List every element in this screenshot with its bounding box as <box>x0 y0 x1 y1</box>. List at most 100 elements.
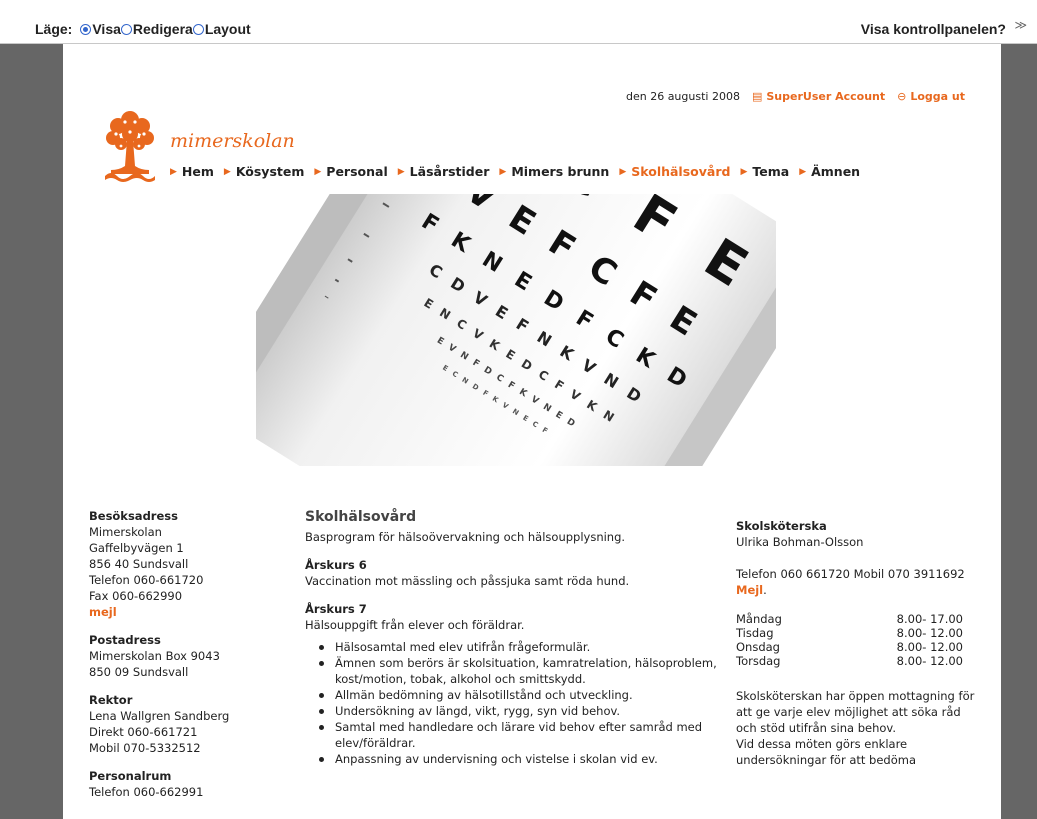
current-date: den 26 augusti 2008 <box>625 90 740 103</box>
mode-label: Läge: <box>35 21 73 37</box>
mode-redigera-label: Redigera <box>132 21 193 37</box>
nurse-info-text: Vid dessa möten görs enklare undersöknin… <box>736 737 917 767</box>
address-line: Mimerskolan Box 9043 <box>89 649 220 663</box>
school-name-logo[interactable]: mimerskolan <box>170 130 295 152</box>
nav-item-label: Läsårstider <box>409 164 490 179</box>
page-content: den 26 augusti 2008 ▤ SuperUser Account … <box>63 44 1001 819</box>
address-line: Gaffelbyvägen 1 <box>89 541 184 555</box>
arrow-right-icon: ▶ <box>740 166 748 177</box>
post-address-heading: Postadress <box>89 633 161 647</box>
nurse-info-text: Skolsköterskan har öppen mottagning för … <box>736 689 975 735</box>
nav-item-kosystem[interactable]: ▶ Kösystem <box>224 164 304 179</box>
rektor-line: Mobil 070-5332512 <box>89 741 201 755</box>
hours-row: Tisdag 8.00- 12.00 <box>736 626 963 640</box>
visit-mail-link[interactable]: mejl <box>89 604 274 620</box>
nav-item-tema[interactable]: ▶ Tema <box>740 164 789 179</box>
rektor-heading: Rektor <box>89 693 133 707</box>
nav-item-hem[interactable]: ▶ Hem <box>170 164 214 179</box>
arrow-right-icon: ▶ <box>619 166 627 177</box>
address-line: Telefon 060-661720 <box>89 573 204 587</box>
intro-text: Basprogram för hälsoövervakning och häls… <box>305 530 626 544</box>
staff-room-heading: Personalrum <box>89 769 172 783</box>
mode-visa-radio[interactable]: Visa <box>80 21 121 37</box>
header-dateline: den 26 augusti 2008 ▤ SuperUser Account … <box>626 90 965 103</box>
nav-item-skolhalsovard[interactable]: ▶ Skolhälsovård <box>619 164 730 179</box>
nav-item-mimers-brunn[interactable]: ▶ Mimers brunn <box>499 164 609 179</box>
list-item: Samtal med handledare och lärare vid beh… <box>319 719 725 751</box>
control-panel-link[interactable]: Visa kontrollpanelen? <box>861 21 1006 37</box>
arrow-right-icon: ▶ <box>799 166 807 177</box>
checkup-list: Hälsosamtal med elev utifrån frågeformul… <box>305 639 725 767</box>
list-item: Ämnen som berörs är skolsituation, kamra… <box>319 655 725 687</box>
mode-selector: Läge: Visa Redigera Layout <box>35 21 251 37</box>
hours-time: 8.00- 17.00 <box>896 612 963 626</box>
hours-time: 8.00- 12.00 <box>896 654 963 668</box>
logout-link[interactable]: Logga ut <box>910 90 965 103</box>
opening-hours: Måndag 8.00- 17.00 Tisdag 8.00- 12.00 Onsd… <box>736 612 976 668</box>
eye-chart-banner: K C F E V E F C F E F K N E D F C K D C … <box>256 194 776 466</box>
visit-address-block: Besöksadress Mimerskolan Gaffelbyvägen 1… <box>89 508 274 620</box>
hours-time: 8.00- 12.00 <box>896 640 963 654</box>
list-item: Anpassning av undervisning och vistelse … <box>319 751 725 767</box>
list-item: Hälsosamtal med elev utifrån frågeformul… <box>319 639 725 655</box>
hours-row: Torsdag 8.00- 12.00 <box>736 654 963 668</box>
contact-column: Besöksadress Mimerskolan Gaffelbyvägen 1… <box>89 508 274 812</box>
nav-item-label: Ämnen <box>811 164 861 179</box>
address-line: 850 09 Sundsvall <box>89 665 189 679</box>
hours-time: 8.00- 12.00 <box>896 626 963 640</box>
nav-item-label: Kösystem <box>235 164 305 179</box>
nav-item-lasarstider[interactable]: ▶ Läsårstider <box>398 164 490 179</box>
radio-selected-icon <box>80 23 92 35</box>
address-line: Mimerskolan <box>89 525 162 539</box>
nav-item-personal[interactable]: ▶ Personal <box>314 164 387 179</box>
mode-layout-label: Layout <box>204 21 251 37</box>
nav-item-amnen[interactable]: ▶ Ämnen <box>799 164 860 179</box>
main-navigation: ▶ Hem ▶ Kösystem ▶ Personal ▶ Läsårstider ▶ M… <box>170 164 870 179</box>
rektor-line: Direkt 060-661721 <box>89 725 198 739</box>
account-icon: ▤ <box>751 90 763 103</box>
nurse-phone: Telefon 060 661720 Mobil 070 3911692 <box>736 567 965 581</box>
staff-room-block: Personalrum Telefon 060-662991 <box>89 768 274 800</box>
mode-layout-radio[interactable]: Layout <box>192 21 251 37</box>
hours-day: Onsdag <box>736 640 780 654</box>
mode-redigera-radio[interactable]: Redigera <box>120 21 193 37</box>
arrow-right-icon: ▶ <box>397 166 405 177</box>
section-text: Hälsouppgift från elever och föräldrar. <box>305 618 525 632</box>
visit-address-heading: Besöksadress <box>89 509 178 523</box>
nav-item-label: Personal <box>326 164 388 179</box>
page-title: Skolhälsovård <box>305 509 417 525</box>
hours-day: Måndag <box>736 612 782 626</box>
arrow-right-icon: ▶ <box>170 166 177 177</box>
logout-icon: ⊖ <box>897 90 907 103</box>
arrow-right-icon: ▶ <box>223 166 231 177</box>
chevron-down-icon[interactable]: ≫ <box>1014 18 1027 32</box>
section-heading: Årskurs 6 <box>305 558 367 572</box>
nurse-mail-link[interactable]: Mejl <box>736 583 763 597</box>
nurse-column: Skolsköterska Ulrika Bohman-Olsson Telef… <box>736 518 976 768</box>
address-line: 856 40 Sundsvall <box>89 557 189 571</box>
main-article: Skolhälsovård Basprogram för hälsoöverva… <box>305 509 725 767</box>
account-link[interactable]: SuperUser Account <box>766 90 885 103</box>
hours-row: Måndag 8.00- 17.00 <box>736 612 963 626</box>
staff-room-line: Telefon 060-662991 <box>89 785 204 799</box>
hours-day: Torsdag <box>736 654 781 668</box>
arrow-right-icon: ▶ <box>499 166 507 177</box>
tree-logo-icon[interactable] <box>101 104 159 184</box>
nav-item-label: Tema <box>752 164 790 179</box>
nurse-name: Ulrika Bohman-Olsson <box>736 535 864 549</box>
section-heading: Årskurs 7 <box>305 602 367 616</box>
nurse-heading: Skolsköterska <box>736 519 827 533</box>
nav-item-label: Hem <box>181 164 214 179</box>
section-text: Vaccination mot mässling och påssjuka sa… <box>305 574 630 588</box>
radio-icon <box>120 23 132 35</box>
radio-icon <box>192 23 204 35</box>
mode-toolbar: Läge: Visa Redigera Layout Visa kontroll… <box>0 0 1037 44</box>
post-address-block: Postadress Mimerskolan Box 9043 850 09 S… <box>89 632 274 680</box>
nav-item-label: Skolhälsovård <box>631 164 731 179</box>
mode-visa-label: Visa <box>92 21 121 37</box>
list-item: Undersökning av längd, vikt, rygg, syn v… <box>319 703 725 719</box>
mail-suffix: . <box>763 583 767 597</box>
hours-day: Tisdag <box>736 626 774 640</box>
list-item: Allmän bedömning av hälsotillstånd och u… <box>319 687 725 703</box>
rektor-block: Rektor Lena Wallgren Sandberg Direkt 060… <box>89 692 274 756</box>
